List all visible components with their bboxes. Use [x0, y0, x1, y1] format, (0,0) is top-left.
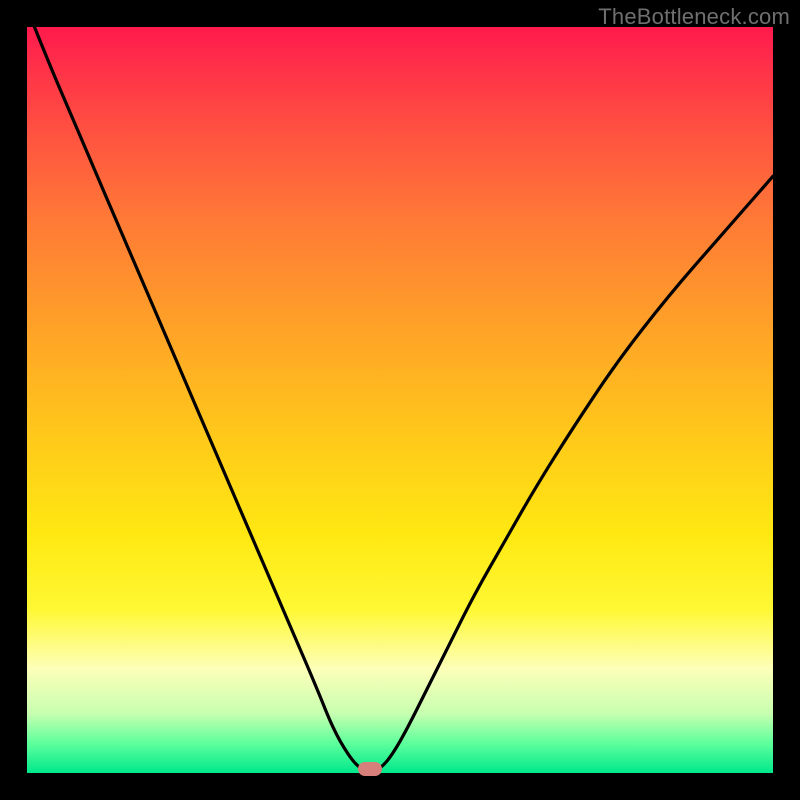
- min-marker: [358, 762, 382, 776]
- curve-svg: [27, 27, 773, 773]
- plot-area: [27, 27, 773, 773]
- bottleneck-curve: [35, 27, 774, 772]
- chart-frame: TheBottleneck.com: [0, 0, 800, 800]
